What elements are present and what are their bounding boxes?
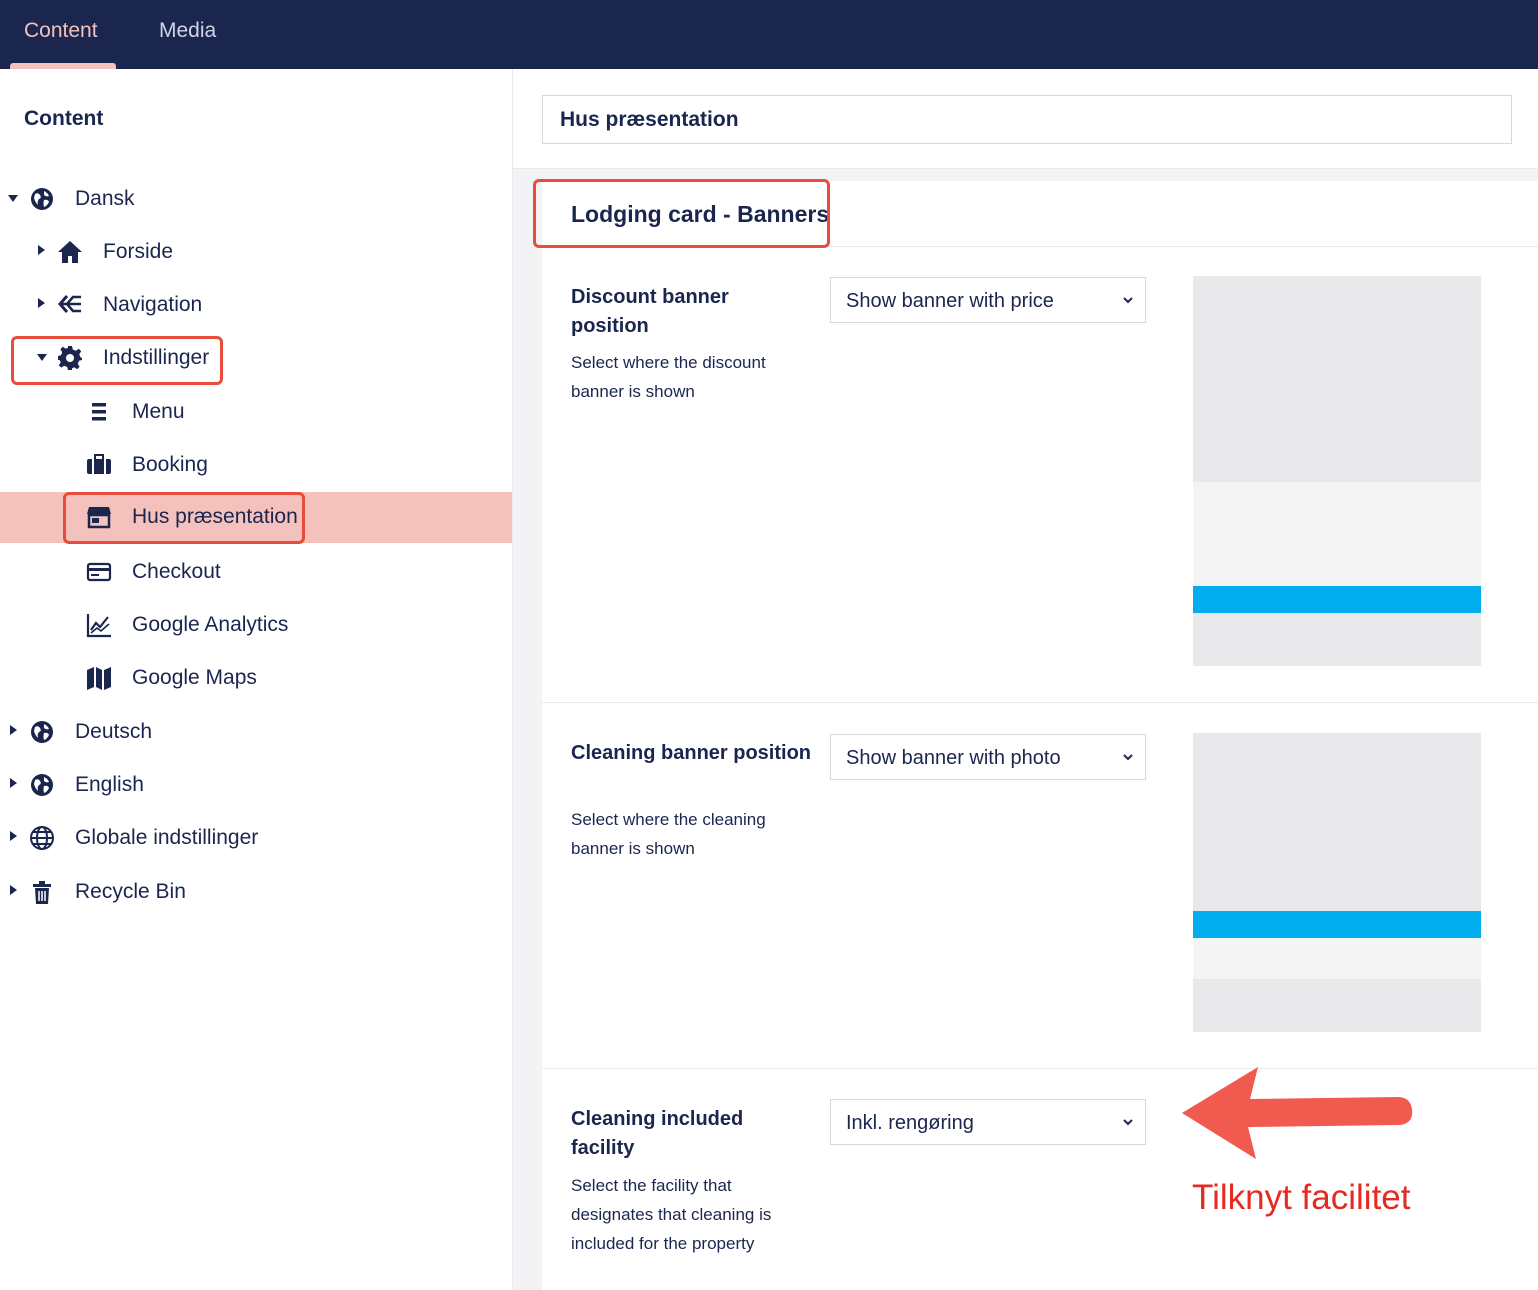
tree-item-label: Recycle Bin bbox=[75, 880, 186, 903]
property-divider bbox=[542, 702, 1538, 703]
annotation-arrow-icon bbox=[1182, 1067, 1413, 1159]
select-value: Show banner with photo bbox=[846, 747, 1061, 769]
caret-down-icon[interactable] bbox=[8, 195, 18, 202]
tree-item-label: Deutsch bbox=[75, 720, 153, 743]
chevron-down-icon bbox=[1123, 297, 1133, 304]
tree-item-label: Dansk bbox=[75, 187, 135, 210]
property-label: Cleaning included facility bbox=[571, 1108, 744, 1159]
tree-item-label: Globale indstillinger bbox=[75, 826, 259, 849]
tree-item-deutsch[interactable]: Deutsch bbox=[0, 706, 512, 759]
menu-icon bbox=[92, 403, 106, 421]
tree-item-label: Google Maps bbox=[132, 666, 257, 689]
tab-content[interactable]: Content bbox=[24, 0, 98, 69]
tree-item-label: Google Analytics bbox=[132, 613, 289, 636]
select-value: Show banner with price bbox=[846, 290, 1054, 312]
tree-item-label: English bbox=[75, 773, 144, 796]
annotation-highlight-box bbox=[11, 336, 223, 385]
tab-media[interactable]: Media bbox=[159, 0, 216, 69]
cleaning-facility-select[interactable]: Inkl. rengøring bbox=[830, 1099, 1146, 1145]
tree-item-checkout[interactable]: Checkout bbox=[0, 546, 512, 599]
tree-item-booking[interactable]: Booking bbox=[0, 439, 512, 492]
node-name-input[interactable] bbox=[542, 95, 1512, 144]
property-description: Select where the discount banner is show… bbox=[571, 353, 766, 401]
chevron-down-icon bbox=[1123, 754, 1133, 761]
top-navigation: Content Media bbox=[0, 0, 1538, 69]
tree-item-label: Forside bbox=[103, 240, 174, 263]
tree-item-globale-indstillinger[interactable]: Globale indstillinger bbox=[0, 812, 512, 865]
map-icon bbox=[87, 667, 111, 690]
chart-icon bbox=[86, 614, 111, 638]
editor-header bbox=[513, 69, 1538, 169]
annotation-highlight-box bbox=[533, 179, 830, 248]
tree-item-label: Navigation bbox=[103, 293, 203, 316]
caret-right-icon[interactable] bbox=[10, 778, 17, 788]
cleaning-banner-preview bbox=[1193, 733, 1481, 1032]
property-description: Select the facility that designates that… bbox=[571, 1176, 772, 1253]
tree-item-recycle-bin[interactable]: Recycle Bin bbox=[0, 866, 512, 919]
globe-icon bbox=[31, 774, 53, 796]
caret-right-icon[interactable] bbox=[10, 725, 17, 735]
annotation-text: Tilknyt facilitet bbox=[1192, 1178, 1411, 1217]
world-grid-icon bbox=[30, 826, 54, 850]
preview-block bbox=[1193, 938, 1481, 979]
property-description: Select where the cleaning banner is show… bbox=[571, 810, 766, 858]
tree-item-google-maps[interactable]: Google Maps bbox=[0, 652, 512, 705]
chevron-down-icon bbox=[1123, 1119, 1133, 1126]
preview-banner-bar bbox=[1193, 586, 1481, 613]
select-value: Inkl. rengøring bbox=[846, 1112, 974, 1134]
globe-icon bbox=[31, 721, 53, 743]
property-label: Discount banner position bbox=[571, 286, 729, 337]
tree-item-english[interactable]: English bbox=[0, 759, 512, 812]
caret-right-icon[interactable] bbox=[38, 245, 45, 255]
tree-item-dansk[interactable]: Dansk bbox=[0, 173, 512, 226]
cleaning-banner-select[interactable]: Show banner with photo bbox=[830, 734, 1146, 780]
suitcase-icon bbox=[87, 454, 111, 474]
tree-item-label: Menu bbox=[132, 400, 185, 423]
preview-block bbox=[1193, 482, 1481, 586]
discount-banner-select[interactable]: Show banner with price bbox=[830, 277, 1146, 323]
tree-item-google-analytics[interactable]: Google Analytics bbox=[0, 599, 512, 652]
caret-right-icon[interactable] bbox=[38, 298, 45, 308]
home-icon bbox=[58, 241, 82, 263]
discount-banner-preview bbox=[1193, 276, 1481, 666]
caret-right-icon[interactable] bbox=[10, 831, 17, 841]
credit-card-icon bbox=[86, 562, 112, 582]
tree-item-forside[interactable]: Forside bbox=[0, 226, 512, 279]
navigation-icon bbox=[58, 295, 81, 313]
trash-icon bbox=[33, 881, 51, 904]
annotation-highlight-box bbox=[63, 492, 305, 544]
tree-item-menu[interactable]: Menu bbox=[0, 386, 512, 439]
tree-item-label: Checkout bbox=[132, 560, 221, 583]
property-label: Cleaning banner position bbox=[571, 742, 812, 764]
preview-banner-bar bbox=[1193, 911, 1481, 938]
sidebar-title: Content bbox=[24, 107, 104, 130]
caret-right-icon[interactable] bbox=[10, 885, 17, 895]
tree-item-navigation[interactable]: Navigation bbox=[0, 279, 512, 332]
tree-item-label: Booking bbox=[132, 453, 208, 476]
globe-icon bbox=[31, 188, 53, 210]
